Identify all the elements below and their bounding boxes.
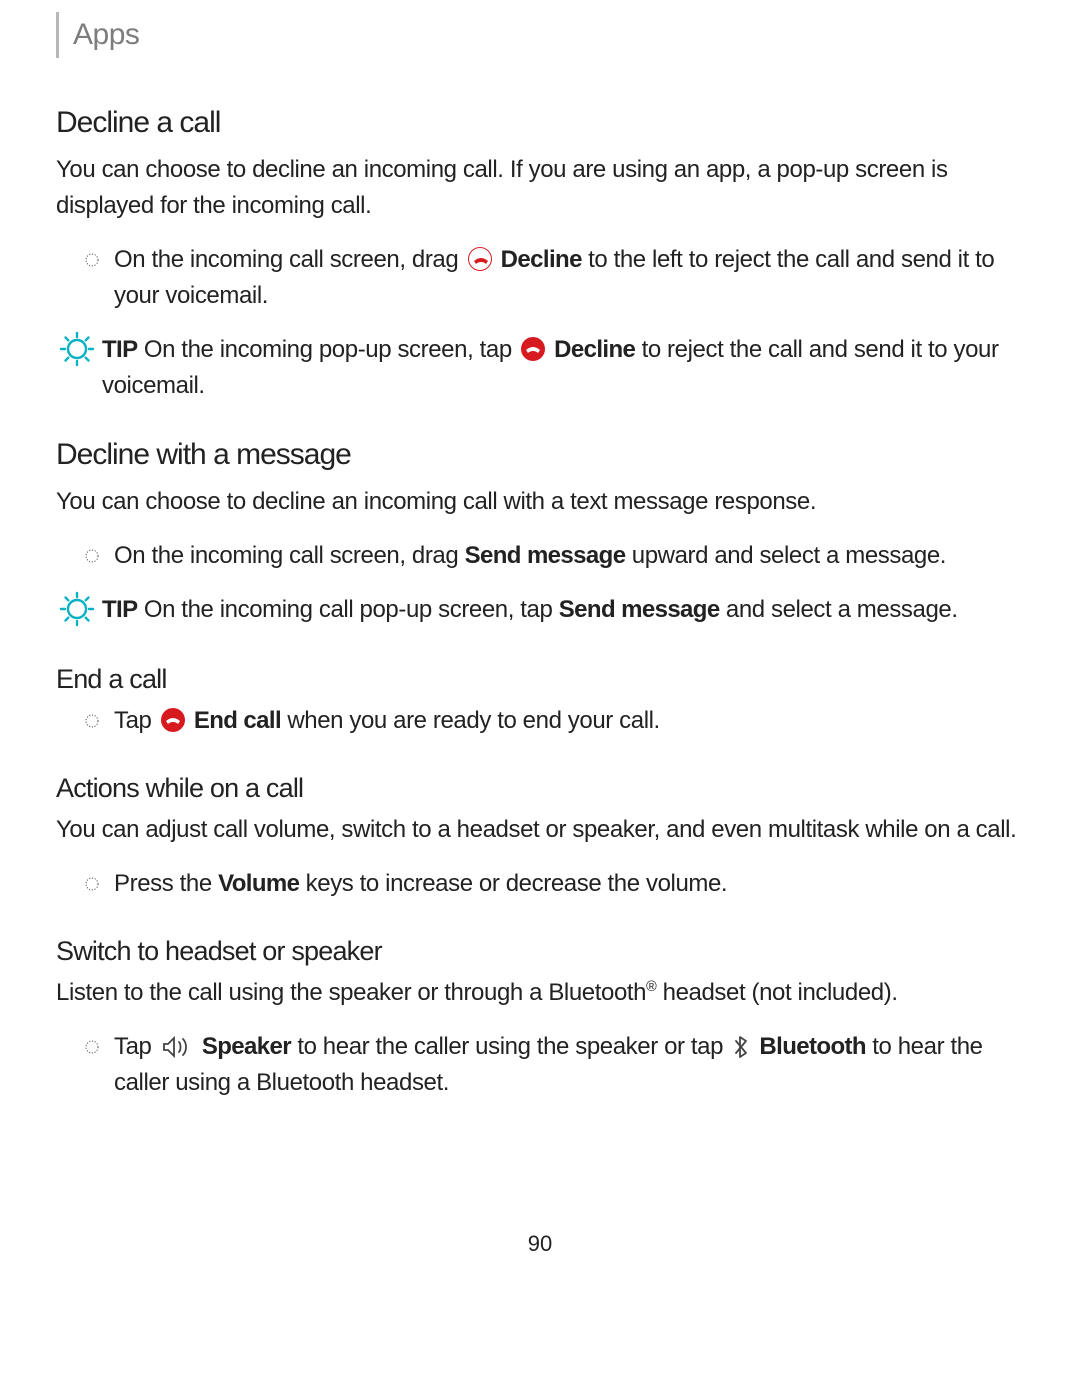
tip-text: TIP On the incoming call pop-up screen, …	[102, 592, 1024, 628]
heading-actions-on-call: Actions while on a call	[56, 773, 1024, 804]
tip-text: TIP On the incoming pop-up screen, tap D…	[102, 332, 1024, 404]
header-title: Apps	[73, 18, 139, 52]
end-call-icon	[161, 708, 185, 732]
header-divider	[56, 12, 59, 58]
decline-icon	[468, 247, 492, 271]
bullet-end-call: Tap End call when you are ready to end y…	[84, 703, 1024, 739]
para-decline-call: You can choose to decline an incoming ca…	[56, 152, 1024, 224]
para-decline-msg: You can choose to decline an incoming ca…	[56, 484, 1024, 520]
bluetooth-icon	[731, 1034, 751, 1058]
bullet-text: Tap Speaker to hear the caller using the…	[114, 1029, 1024, 1101]
tip-decline: TIP On the incoming pop-up screen, tap D…	[56, 332, 1024, 404]
bullet-speaker-bluetooth: Tap Speaker to hear the caller using the…	[84, 1029, 1024, 1101]
bullet-send-message: On the incoming call screen, drag Send m…	[84, 538, 1024, 574]
heading-end-call: End a call	[56, 664, 1024, 695]
bullet-volume: Press the Volume keys to increase or dec…	[84, 866, 1024, 902]
bullet-icon	[84, 713, 100, 729]
bullet-decline-drag: On the incoming call screen, drag Declin…	[84, 242, 1024, 314]
bullet-icon	[84, 876, 100, 892]
bullet-text: Tap End call when you are ready to end y…	[114, 703, 660, 739]
page-number: 90	[56, 1231, 1024, 1257]
bullet-text: On the incoming call screen, drag Send m…	[114, 538, 946, 574]
para-actions-on-call: You can adjust call volume, switch to a …	[56, 812, 1024, 848]
decline-icon	[521, 337, 545, 361]
section-header: Apps	[56, 12, 1024, 58]
tip-send-message: TIP On the incoming call pop-up screen, …	[56, 592, 1024, 630]
bullet-icon	[84, 252, 100, 268]
lightbulb-icon	[56, 328, 98, 370]
heading-decline-call: Decline a call	[56, 106, 1024, 140]
heading-decline-msg: Decline with a message	[56, 438, 1024, 472]
lightbulb-icon	[56, 588, 98, 630]
bullet-icon	[84, 548, 100, 564]
para-headset-speaker: Listen to the call using the speaker or …	[56, 975, 1024, 1011]
bullet-text: On the incoming call screen, drag Declin…	[114, 242, 1024, 314]
bullet-icon	[84, 1039, 100, 1055]
bullet-text: Press the Volume keys to increase or dec…	[114, 866, 727, 902]
speaker-icon	[160, 1034, 194, 1058]
heading-headset-speaker: Switch to headset or speaker	[56, 936, 1024, 967]
